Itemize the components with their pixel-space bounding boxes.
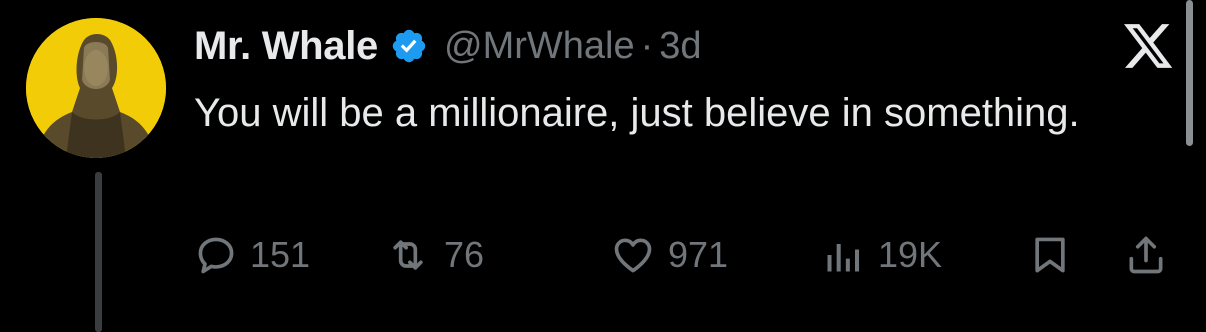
retweet-button[interactable]: 76 bbox=[384, 228, 484, 282]
tweet-text: You will be a millionaire, just believe … bbox=[194, 91, 1080, 135]
share-icon bbox=[1124, 233, 1168, 277]
like-count: 971 bbox=[668, 234, 729, 275]
views-count: 19K bbox=[878, 234, 943, 275]
bookmark-button[interactable] bbox=[1028, 228, 1072, 282]
reply-button[interactable]: 151 bbox=[194, 228, 310, 282]
thread-line bbox=[95, 172, 102, 332]
share-button[interactable] bbox=[1124, 228, 1168, 282]
heart-icon bbox=[610, 233, 656, 277]
tweet[interactable]: Mr. Whale @MrWhale · 3d You will be a mi… bbox=[0, 0, 1206, 332]
user-handle[interactable]: @MrWhale bbox=[444, 25, 635, 68]
tweet-header: Mr. Whale @MrWhale · 3d bbox=[194, 20, 702, 72]
action-bar: 151 76 971 19K bbox=[194, 228, 1184, 282]
verified-badge-icon bbox=[390, 27, 428, 65]
separator-dot: · bbox=[640, 24, 654, 67]
avatar-image bbox=[26, 18, 166, 158]
reply-icon bbox=[194, 233, 238, 277]
x-logo-icon bbox=[1124, 24, 1174, 70]
like-button[interactable]: 971 bbox=[610, 228, 728, 282]
bookmark-icon bbox=[1028, 233, 1072, 277]
reply-count: 151 bbox=[250, 234, 311, 275]
display-name[interactable]: Mr. Whale bbox=[194, 24, 378, 69]
views-button[interactable]: 19K bbox=[822, 228, 942, 282]
retweet-count: 76 bbox=[444, 234, 485, 275]
timestamp[interactable]: 3d bbox=[659, 25, 701, 68]
scrollbar[interactable] bbox=[1186, 0, 1193, 146]
retweet-icon bbox=[384, 233, 432, 277]
avatar[interactable] bbox=[26, 18, 166, 158]
views-chart-icon bbox=[822, 233, 866, 277]
